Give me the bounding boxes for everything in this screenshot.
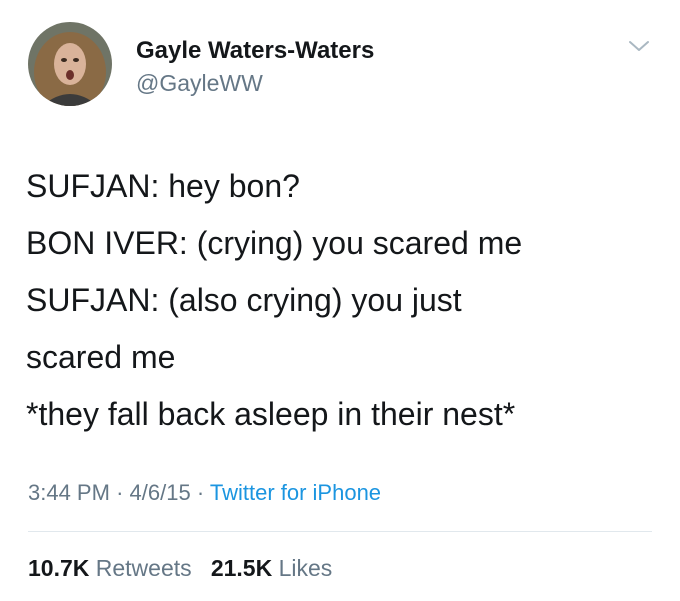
tweet-time[interactable]: 3:44 PM <box>28 480 110 505</box>
avatar-image <box>28 22 112 106</box>
likes-count: 21.5K <box>210 555 273 581</box>
likes-stat[interactable]: 21.5K Likes <box>211 555 332 581</box>
user-names: Gayle Waters-Waters @GayleWW <box>136 36 374 98</box>
retweets-stat[interactable]: 10.7K Retweets <box>28 555 192 581</box>
likes-label: Likes <box>278 555 333 581</box>
user-handle[interactable]: @GayleWW <box>136 68 374 98</box>
tweet-metadata: 3:44 PM · 4/6/15 · Twitter for iPhone <box>28 478 381 508</box>
display-name[interactable]: Gayle Waters-Waters <box>136 36 374 66</box>
tweet-line: SUFJAN: (also crying) you just <box>26 282 462 318</box>
tweet-source-link[interactable]: Twitter for iPhone <box>210 480 381 505</box>
tweet-line: scared me <box>26 339 176 375</box>
tweet-card: Gayle Waters-Waters @GayleWW SUFJAN: hey… <box>0 0 680 601</box>
tweet-text: SUFJAN: hey bon? BON IVER: (crying) you … <box>26 158 656 443</box>
avatar[interactable] <box>28 22 112 106</box>
tweet-line: BON IVER: (crying) you scared me <box>26 225 523 261</box>
separator: · <box>196 480 205 505</box>
separator: · <box>116 480 124 505</box>
tweet-line: SUFJAN: hey bon? <box>26 168 300 204</box>
tweet-date[interactable]: 4/6/15 <box>130 480 191 505</box>
divider <box>28 531 652 532</box>
retweets-label: Retweets <box>95 555 192 581</box>
retweets-count: 10.7K <box>28 555 90 581</box>
tweet-stats: 10.7K Retweets 21.5K Likes <box>28 553 332 583</box>
tweet-line: *they fall back asleep in their nest* <box>26 396 516 432</box>
chevron-down-icon[interactable] <box>626 36 652 56</box>
